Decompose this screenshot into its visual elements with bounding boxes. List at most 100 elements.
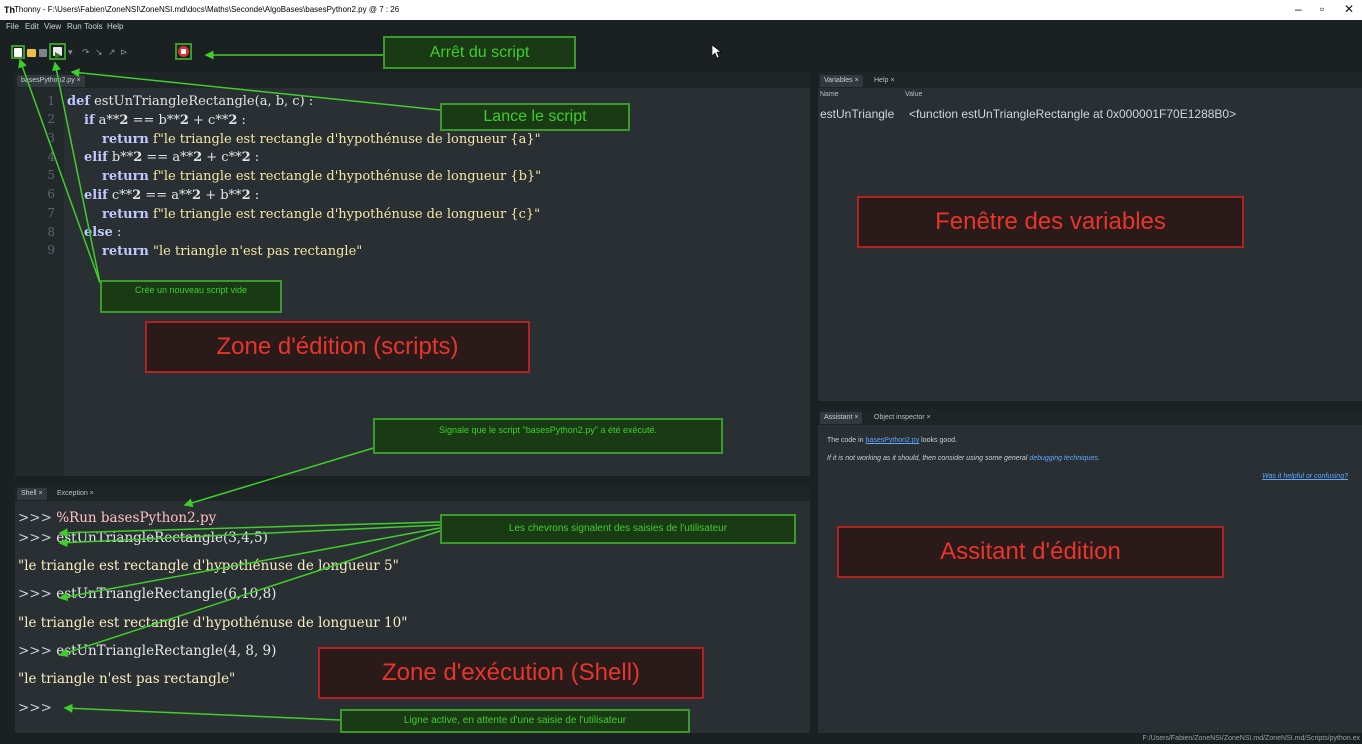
- shell-prompt: >>>: [18, 510, 52, 526]
- assistant-debugging-link[interactable]: debugging techniques: [1029, 455, 1098, 462]
- line-number: 5: [47, 168, 55, 182]
- code-line-3[interactable]: return f"le triangle est rectangle d'hyp…: [102, 132, 541, 147]
- assistant-line1-suffix: looks good.: [919, 437, 957, 444]
- tab-help[interactable]: Help ×: [870, 75, 898, 87]
- assistant-line2-suffix: .: [1097, 455, 1100, 462]
- menu-edit[interactable]: Edit: [25, 22, 39, 31]
- assistant-feedback-link[interactable]: Was it helpful or confusing?: [1262, 473, 1348, 480]
- shell-line-run: >>> %Run basesPython2.py: [18, 510, 216, 526]
- maximize-button[interactable]: ▫: [1320, 2, 1324, 16]
- annotation-new-script: Crée un nouveau script vide: [100, 280, 282, 313]
- assistant-status: The code in basesPython2.py looks good.: [827, 437, 957, 444]
- shell-prompt: >>>: [18, 586, 52, 602]
- shell-output: "le triangle n'est pas rectangle": [18, 671, 236, 687]
- shell-prompt: >>>: [18, 530, 52, 546]
- shell-line-output: "le triangle n'est pas rectangle": [18, 671, 235, 687]
- annotation-stop: Arrêt du script: [383, 36, 576, 69]
- assistant-line2-prefix: If it is not working as it should, then …: [827, 455, 1030, 462]
- resume-icon[interactable]: ⊳: [120, 47, 128, 58]
- annotation-chevrons: Les chevrons signalent des saisies de l'…: [440, 514, 796, 544]
- editor-gutter: 1 2 3 4 5 6 7 8 9: [15, 88, 64, 476]
- tab-basesPython2[interactable]: basesPython2.py ×: [17, 75, 85, 87]
- line-number: 6: [47, 187, 55, 201]
- annotation-run: Lance le script: [440, 103, 630, 131]
- stop-icon[interactable]: [178, 46, 189, 57]
- variables-tabbar: Variables × Help ×: [818, 72, 1362, 88]
- variables-row-value[interactable]: <function estUnTriangleRectangle at 0x00…: [909, 107, 1236, 121]
- shell-input: estUnTriangleRectangle(6,10,8): [56, 586, 277, 602]
- tab-shell[interactable]: Shell ×: [17, 488, 47, 500]
- annotation-editor-zone: Zone d'édition (scripts): [145, 321, 530, 373]
- shell-prompt: >>>: [18, 700, 52, 716]
- code-line-4[interactable]: elif b**2 == a**2 + c**2 :: [84, 150, 259, 165]
- menu-tools[interactable]: Tools: [84, 22, 103, 31]
- line-number: 9: [47, 243, 55, 257]
- tab-object-inspector[interactable]: Object inspector ×: [870, 412, 935, 424]
- title-bar: Th Thonny - F:\Users\Fabien\ZoneNSI\Zone…: [0, 0, 1362, 20]
- stop-square-icon: [181, 49, 186, 54]
- code-line-1[interactable]: def estUnTriangleRectangle(a, b, c) :: [67, 94, 313, 109]
- open-folder-icon[interactable]: [27, 49, 36, 57]
- assistant-file-link[interactable]: basesPython2.py: [866, 437, 920, 444]
- code-line-5[interactable]: return f"le triangle est rectangle d'hyp…: [102, 169, 541, 184]
- assistant-line1-prefix: The code in: [827, 437, 866, 444]
- window-title: Thonny - F:\Users\Fabien\ZoneNSI\ZoneNSI…: [14, 5, 400, 14]
- save-icon[interactable]: [39, 49, 47, 57]
- play-icon: [55, 52, 61, 59]
- line-number: 4: [47, 150, 55, 164]
- shell-line-input: >>> estUnTriangleRectangle(3,4,5): [18, 530, 268, 546]
- run-icon[interactable]: [53, 47, 62, 59]
- code-line-8[interactable]: else :: [84, 225, 121, 240]
- menu-file[interactable]: File: [6, 22, 19, 31]
- shell-line-output: "le triangle est rectangle d'hypothénuse…: [18, 558, 399, 574]
- annotation-executed: Signale que le script "basesPython2.py" …: [373, 418, 723, 454]
- step-out-icon[interactable]: ↗: [108, 47, 116, 58]
- tab-assistant[interactable]: Assistant ×: [820, 412, 863, 424]
- step-over-icon[interactable]: ↷: [82, 47, 90, 58]
- annotation-active-line: Ligne active, en attente d'une saisie de…: [340, 709, 690, 733]
- shell-tabbar: Shell × Exception ×: [15, 485, 810, 501]
- shell-run-command: %Run basesPython2.py: [56, 510, 217, 526]
- editor-tabbar: basesPython2.py ×: [15, 72, 810, 88]
- assistant-tabbar: Assistant × Object inspector ×: [818, 409, 1362, 425]
- line-number: 3: [47, 131, 55, 145]
- annotation-assistant-zone: Assitant d'édition: [837, 526, 1224, 578]
- annotation-shell-zone: Zone d'exécution (Shell): [318, 647, 704, 699]
- code-line-6[interactable]: elif c**2 == a**2 + b**2 :: [84, 188, 259, 203]
- line-number: 8: [47, 225, 55, 239]
- variables-col-value: Value: [905, 91, 923, 98]
- code-line-9[interactable]: return "le triangle n'est pas rectangle": [102, 244, 362, 259]
- variables-col-name: Name: [820, 91, 839, 98]
- code-line-7[interactable]: return f"le triangle est rectangle d'hyp…: [102, 207, 540, 222]
- menu-help[interactable]: Help: [107, 22, 123, 31]
- tab-variables[interactable]: Variables ×: [820, 75, 863, 87]
- close-button[interactable]: ✕: [1344, 2, 1354, 16]
- menu-view[interactable]: View: [44, 22, 61, 31]
- shell-active-prompt[interactable]: >>>: [18, 700, 52, 716]
- shell-input: estUnTriangleRectangle(3,4,5): [56, 530, 268, 546]
- mouse-cursor-icon: [712, 45, 722, 59]
- menu-run[interactable]: Run: [67, 22, 82, 31]
- assistant-panel: [818, 425, 1362, 733]
- new-file-icon[interactable]: [14, 48, 22, 57]
- tab-exception[interactable]: Exception ×: [53, 488, 98, 500]
- assistant-hint: If it is not working as it should, then …: [827, 455, 1100, 462]
- shell-prompt: >>>: [18, 643, 52, 659]
- shell-line-input: >>> estUnTriangleRectangle(4, 8, 9): [18, 643, 276, 659]
- annotation-variables-zone: Fenêtre des variables: [857, 196, 1244, 248]
- shell-input: estUnTriangleRectangle(4, 8, 9): [56, 643, 277, 659]
- debug-icon[interactable]: ▾: [68, 47, 73, 58]
- step-into-icon[interactable]: ↘: [95, 47, 103, 58]
- line-number: 2: [47, 112, 55, 126]
- variables-row-name[interactable]: estUnTriangle: [820, 107, 906, 121]
- statusbar-interpreter-path[interactable]: F:/Users/Fabien/ZoneNSI/ZoneNSI.md/ZoneN…: [1143, 735, 1360, 742]
- line-number: 1: [47, 94, 55, 108]
- code-line-2[interactable]: if a**2 == b**2 + c**2 :: [84, 113, 246, 128]
- shell-output: "le triangle est rectangle d'hypothénuse…: [18, 615, 408, 631]
- shell-output: "le triangle est rectangle d'hypothénuse…: [18, 558, 399, 574]
- minimize-button[interactable]: –: [1295, 2, 1302, 16]
- menu-bar: File Edit View Run Tools Help: [0, 20, 1362, 34]
- shell-line-output: "le triangle est rectangle d'hypothénuse…: [18, 615, 407, 631]
- toolbar: ▾ ↷ ↘ ↗ ⊳: [0, 34, 1362, 70]
- shell-line-input: >>> estUnTriangleRectangle(6,10,8): [18, 586, 276, 602]
